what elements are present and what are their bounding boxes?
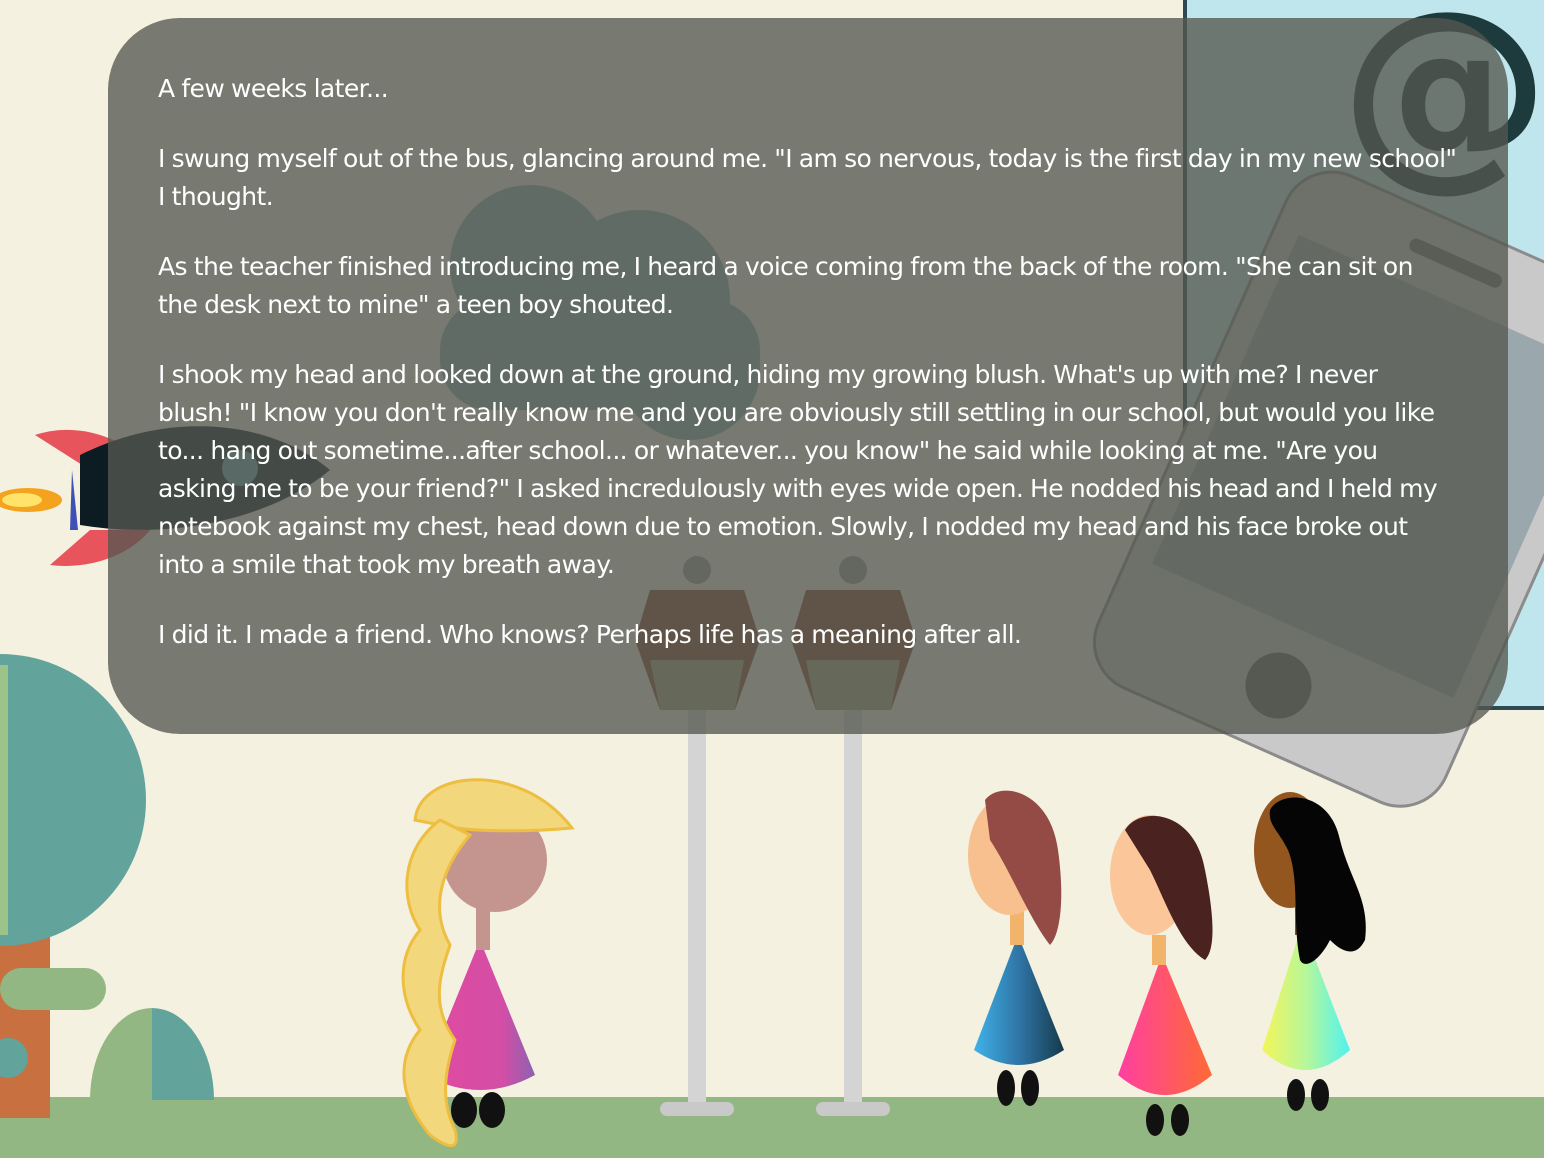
story-paragraph-3: As the teacher finished introducing me, … xyxy=(158,252,1413,319)
story-panel: A few weeks later... I swung myself out … xyxy=(108,18,1508,734)
story-paragraph-4: I shook my head and looked down at the g… xyxy=(158,360,1438,579)
story-paragraph-2: I swung myself out of the bus, glancing … xyxy=(158,144,1457,211)
story-paragraph-5: I did it. I made a friend. Who knows? Pe… xyxy=(158,620,1022,649)
ground xyxy=(0,1097,1544,1158)
girl-figure-icon xyxy=(1110,815,1213,1136)
bush-icon xyxy=(90,1008,214,1100)
girl-figure-icon xyxy=(1254,792,1366,1111)
girl-figure-icon xyxy=(968,790,1064,1106)
story-paragraph-1: A few weeks later... xyxy=(158,74,389,103)
girl-figure-icon xyxy=(401,778,575,1148)
